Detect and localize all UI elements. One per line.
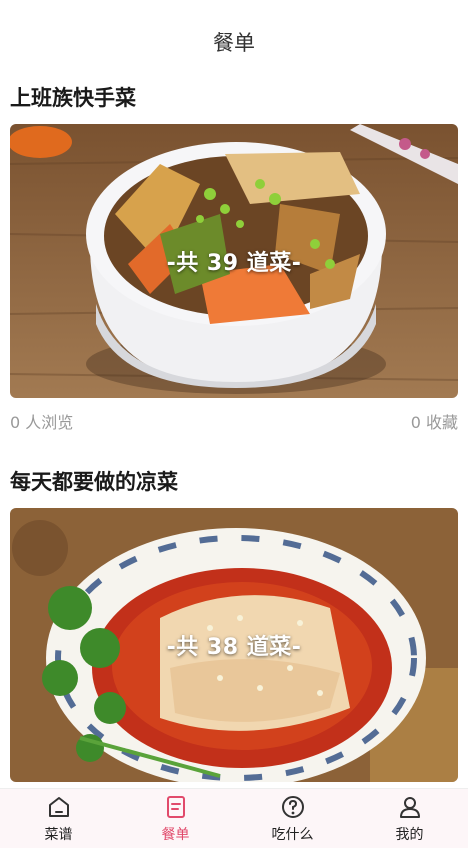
tab-menu[interactable]: 餐单 [117, 789, 234, 848]
menu-stats: 0 人浏览 0 收藏 [0, 398, 468, 444]
bottom-tab-bar: 菜谱 餐单 吃什么 我的 [0, 788, 468, 848]
menu-title[interactable]: 上班族快手菜 [0, 78, 468, 116]
menu-card[interactable]: 上班族快手菜 -共 39 道菜- 0 人浏览 0 收藏 [0, 78, 468, 444]
menu-cover-image[interactable]: -共 38 道菜- [10, 508, 458, 782]
question-icon [281, 795, 304, 818]
tab-what-to-eat[interactable]: 吃什么 [234, 789, 351, 848]
tab-label: 吃什么 [271, 826, 314, 843]
page-title: 餐单 [213, 31, 255, 55]
profile-icon [399, 796, 420, 818]
menu-card[interactable]: 每天都要做的凉菜 -共 38 道菜- [0, 462, 468, 782]
top-bar: 餐单 [0, 0, 468, 86]
menu-title[interactable]: 每天都要做的凉菜 [0, 462, 468, 500]
menu-list-icon [166, 795, 185, 818]
menu-cover-image[interactable]: -共 39 道菜- [10, 124, 458, 398]
home-icon [48, 796, 69, 817]
app-screen: 餐单 上班族快手菜 -共 39 道菜- 0 人浏览 0 收藏 每天都要做的凉菜 … [0, 0, 468, 848]
tab-recipes[interactable]: 菜谱 [0, 789, 117, 848]
dish-count: -共 38 道菜- [166, 635, 302, 660]
favorite-count: 0 收藏 [410, 413, 458, 432]
tab-label: 餐单 [161, 826, 190, 843]
dish-count: -共 39 道菜- [166, 251, 302, 276]
tab-label: 我的 [395, 826, 424, 843]
tab-profile[interactable]: 我的 [351, 789, 468, 848]
view-count: 0 人浏览 [10, 413, 74, 432]
tab-label: 菜谱 [44, 826, 73, 843]
